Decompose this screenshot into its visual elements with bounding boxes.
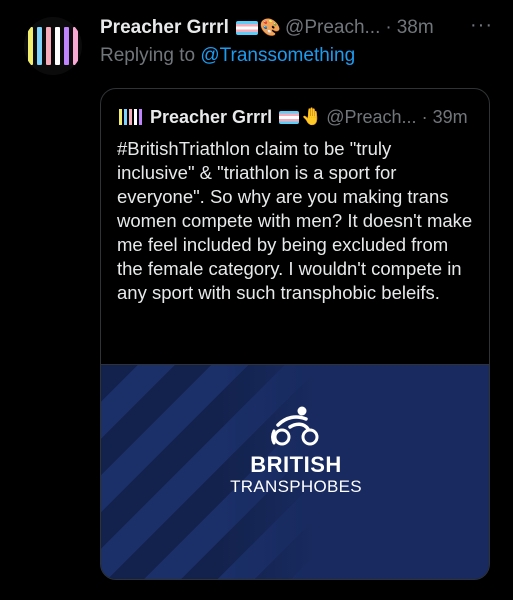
reply-prefix: Replying to (100, 45, 201, 66)
replying-to: Replying to @Transsomething (100, 45, 355, 67)
reply-mention-link[interactable]: @Transsomething (200, 45, 355, 66)
author-handle[interactable]: @Preach... (285, 17, 380, 39)
trans-flag-icon (235, 21, 258, 35)
avatar-bar (28, 27, 33, 65)
separator-dot: · (385, 17, 392, 38)
quoted-tweet-text: #BritishTriathlon claim to be "truly inc… (117, 138, 473, 303)
tweet-header: Preacher Grrrl 🎨 @Preach... · 38m ··· (100, 14, 493, 42)
quoted-author-name: Preacher Grrrl (150, 106, 273, 127)
separator-dot: · (421, 106, 428, 127)
quoted-avatar (119, 108, 142, 126)
quoted-author-handle: @Preach... (326, 106, 417, 127)
avatar-bar (64, 27, 69, 65)
avatar[interactable] (24, 17, 82, 75)
avatar-bar (55, 27, 60, 65)
quoted-tweet-image[interactable]: BRITISH TRANSPHOBES (101, 364, 489, 579)
avatar-bar (46, 27, 51, 65)
avatar-bar (139, 109, 142, 125)
logo-line-1: BRITISH (250, 452, 342, 477)
quoted-tweet[interactable]: Preacher Grrrl 🤚 @Preach... · 39m #Briti… (100, 88, 490, 580)
tweet-time[interactable]: 38m (397, 17, 434, 39)
avatar-bar (119, 109, 122, 125)
quoted-tweet-time: 39m (432, 106, 468, 127)
avatar-bar (129, 109, 132, 125)
cyclist-logo-icon (271, 406, 319, 446)
avatar-bar (124, 109, 127, 125)
british-transphobes-logo: BRITISH TRANSPHOBES (221, 405, 371, 497)
more-options-icon[interactable]: ··· (470, 14, 493, 37)
quoted-tweet-header: Preacher Grrrl 🤚 @Preach... · 39m (119, 105, 475, 129)
palette-emoji-icon: 🎨 (259, 18, 282, 37)
author-name[interactable]: Preacher Grrrl (100, 17, 229, 39)
avatar-bar (37, 27, 42, 65)
hand-emoji-icon: 🤚 (301, 107, 323, 126)
avatar-bar (134, 109, 137, 125)
logo-line-2: TRANSPHOBES (230, 477, 362, 496)
trans-flag-icon (279, 110, 300, 124)
avatar-bar (73, 27, 78, 65)
